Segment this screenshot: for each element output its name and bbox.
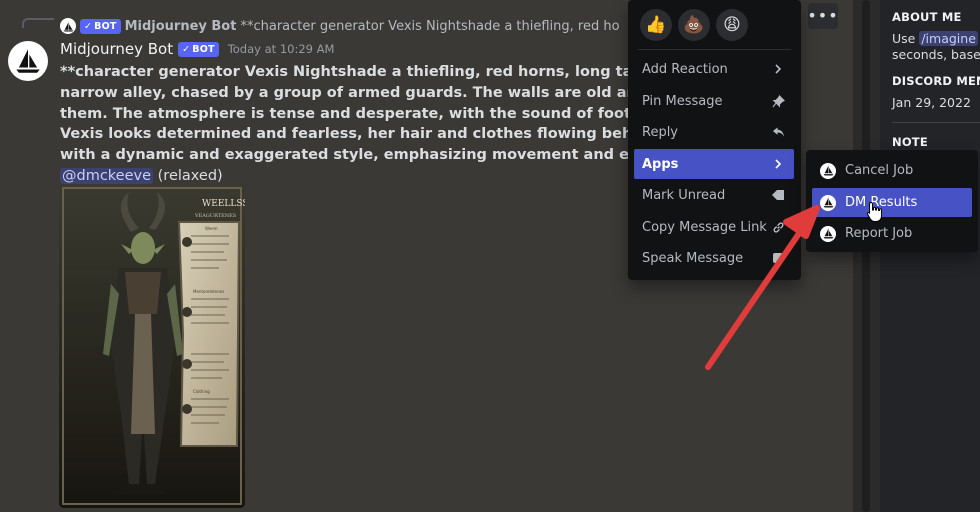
bot-badge: ✓ BOT bbox=[80, 18, 121, 34]
about-me-text-line2: seconds, based o bbox=[892, 47, 980, 62]
quick-reactions: 👍 💩 😩 bbox=[640, 9, 748, 41]
submenu-item-report-job[interactable]: Report Job bbox=[812, 219, 972, 248]
reply-preview[interactable]: ✓ BOT Midjourney Bot **character generato… bbox=[60, 17, 620, 35]
message-more-button[interactable]: ••• bbox=[807, 3, 839, 29]
menu-item-speak-message[interactable]: Speak Message bbox=[634, 243, 794, 273]
message-timestamp: Today at 10:29 AM bbox=[227, 42, 335, 56]
check-icon: ✓ bbox=[84, 20, 93, 32]
unread-flag-icon bbox=[770, 187, 786, 203]
submenu-item-dm-results[interactable]: DM Results bbox=[812, 188, 972, 217]
reply-username[interactable]: Midjourney Bot bbox=[125, 19, 237, 34]
reply-connector bbox=[22, 18, 54, 28]
note-heading: NOTE bbox=[892, 135, 928, 149]
panel-divider bbox=[892, 122, 980, 123]
more-dots-icon: ••• bbox=[807, 6, 839, 25]
message-username[interactable]: Midjourney Bot bbox=[60, 40, 173, 58]
message-header: Midjourney Bot ✓ BOT Today at 10:29 AM bbox=[60, 40, 334, 58]
reply-text[interactable]: **character generator Vexis Nightshade a… bbox=[240, 19, 620, 34]
attachment-subtitle: VEAGURTENES bbox=[194, 213, 237, 219]
chevron-right-icon bbox=[770, 61, 786, 77]
bot-badge: ✓ BOT bbox=[178, 41, 219, 57]
menu-item-copy-message-link[interactable]: Copy Message Link bbox=[634, 212, 794, 242]
attachment-title: WEELLSS bbox=[202, 199, 245, 209]
midjourney-app-icon bbox=[820, 194, 836, 211]
chevron-right-icon bbox=[770, 156, 786, 172]
midjourney-app-icon bbox=[820, 162, 836, 179]
attachment-section: Weem bbox=[205, 226, 218, 231]
menu-item-reply[interactable]: Reply bbox=[634, 117, 794, 147]
check-icon: ✓ bbox=[182, 43, 191, 55]
attachment-section: Mentoreletenes bbox=[193, 289, 224, 294]
user-mention[interactable]: @dmckeeve bbox=[60, 167, 154, 184]
menu-item-pin-message[interactable]: Pin Message bbox=[634, 86, 794, 116]
reply-icon bbox=[770, 124, 786, 140]
speaker-icon bbox=[770, 250, 786, 266]
bot-avatar[interactable] bbox=[8, 41, 48, 81]
message-context-menu: 👍 💩 😩 Add Reaction Pin Message Reply App… bbox=[628, 0, 801, 280]
menu-item-apps[interactable]: Apps bbox=[634, 149, 794, 179]
bot-avatar-small bbox=[60, 18, 76, 34]
reaction-weary[interactable]: 😩 bbox=[716, 9, 748, 41]
link-icon bbox=[770, 219, 786, 235]
menu-divider bbox=[638, 49, 791, 50]
pin-icon bbox=[770, 93, 786, 109]
about-me-text: Use /imagine to bbox=[892, 31, 978, 46]
reaction-thumbs-up[interactable]: 👍 bbox=[640, 9, 672, 41]
menu-item-mark-unread[interactable]: Mark Unread bbox=[634, 180, 794, 210]
profile-panel: ABOUT ME Use /imagine to seconds, based … bbox=[880, 0, 980, 512]
menu-item-add-reaction[interactable]: Add Reaction bbox=[634, 54, 794, 84]
submenu-item-cancel-job[interactable]: Cancel Job bbox=[812, 156, 972, 185]
imagine-command[interactable]: /imagine bbox=[919, 31, 978, 46]
scrollbar[interactable] bbox=[862, 0, 870, 512]
midjourney-app-icon bbox=[820, 225, 836, 242]
attachment-section: Clothing bbox=[193, 389, 210, 394]
member-since-date: Jan 29, 2022 bbox=[892, 95, 971, 110]
reaction-poop[interactable]: 💩 bbox=[678, 9, 710, 41]
apps-submenu: Cancel Job DM Results Report Job bbox=[806, 150, 978, 252]
member-since-heading: DISCORD MEMBE bbox=[892, 74, 980, 88]
hand-cursor-icon bbox=[866, 201, 882, 222]
image-attachment[interactable]: WEELLSS VEAGURTENES Weem Mentoreletenes … bbox=[59, 184, 245, 508]
about-me-heading: ABOUT ME bbox=[892, 10, 962, 24]
job-status: (relaxed) bbox=[157, 167, 223, 184]
